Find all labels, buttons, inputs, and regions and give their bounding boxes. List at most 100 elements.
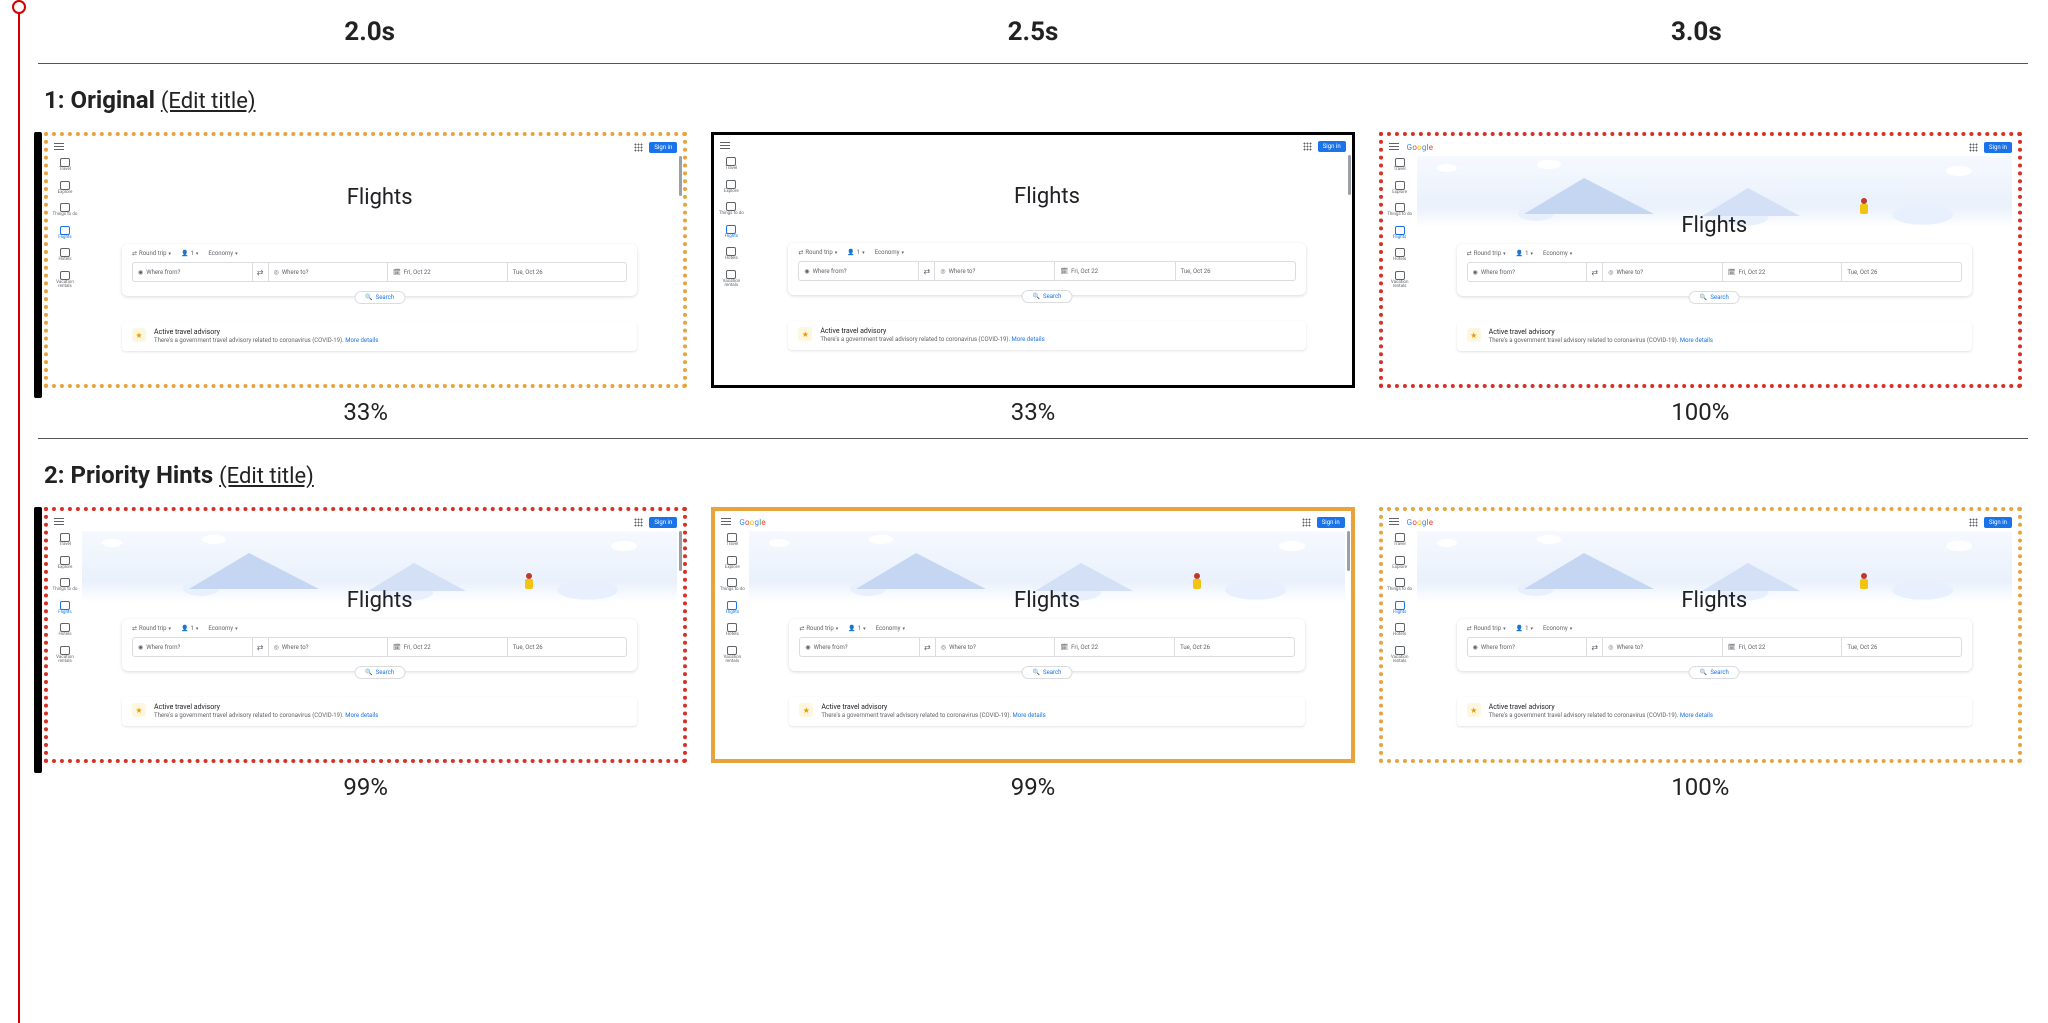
fl-hero-loaded: Flights	[749, 531, 1344, 603]
flights-title: Flights	[749, 588, 1344, 613]
thumbnail-r1-c0[interactable]: Sign in Travel Explore Things to do Flig…	[44, 132, 687, 388]
passengers-chip: 👤 1 ▾	[181, 250, 198, 257]
fl-sidebar: Travel Explore Things to do Flights Hote…	[52, 158, 78, 290]
travel-advisory: ★Active travel advisoryThere's a governm…	[789, 697, 1304, 726]
sign-in-button: Sign in	[649, 517, 677, 528]
thumbnail-r2-c2[interactable]: GoogleSign in Travel Explore Things to d…	[1379, 507, 2022, 763]
apps-grid-icon	[634, 518, 643, 527]
row-1-thumbnails: Sign in Travel Explore Things to do Flig…	[38, 132, 2028, 426]
hamburger-icon	[721, 518, 731, 526]
apps-grid-icon	[1969, 143, 1978, 152]
google-logo: Google	[1407, 518, 1434, 527]
edit-title-link-1[interactable]: (Edit title)	[161, 89, 256, 114]
google-logo: Google	[1407, 143, 1434, 152]
search-inputs: ◉ Where from? ⇄ ◎ Where to? 🗓 Fri, Oct 2…	[132, 262, 627, 282]
to-input: ◎ Where to?	[269, 263, 389, 281]
sign-in-button: Sign in	[1318, 141, 1346, 152]
apps-grid-icon	[1969, 518, 1978, 527]
row-1-title: 1: Original (Edit title)	[38, 64, 2028, 132]
flights-screenshot: Google Sign in Travel Explore Things to d…	[1383, 136, 2018, 384]
search-card: ⇄ Round trip ▾👤 1 ▾Economy ▾ ◉ Where fro…	[122, 619, 637, 671]
search-card: ⇄ Round trip ▾👤 1 ▾Economy ▾ ◉ Where fro…	[788, 243, 1305, 295]
search-card: ⇄ Round trip ▾👤 1 ▾Economy ▾ ◉ Where fro…	[1457, 244, 1972, 296]
travel-advisory: ★Active travel advisoryThere's a governm…	[1457, 697, 1972, 726]
fl-hero-unloaded: Flights	[82, 156, 677, 228]
side-travel: Travel	[59, 158, 71, 173]
pct-r1-c1: 33%	[711, 398, 1354, 426]
scrollbar	[679, 531, 682, 571]
scrollbar	[679, 156, 682, 196]
sign-in-button: Sign in	[1317, 517, 1345, 528]
side-flights: Flights	[58, 226, 71, 241]
timeline-marker	[12, 0, 26, 14]
advisory-text: Active travel advisory There's a governm…	[154, 328, 378, 345]
pct-r2-c1: 99%	[711, 773, 1354, 801]
apps-grid-icon	[1302, 518, 1311, 527]
flights-screenshot: Sign in Travel Explore Things to do Flig…	[714, 135, 1351, 385]
row-1-black-edge	[34, 132, 42, 398]
pct-r1-c2: 100%	[1379, 398, 2022, 426]
date-out: 🗓 Fri, Oct 22	[388, 263, 508, 281]
search-button: 🔍 Search	[354, 291, 405, 304]
from-input: ◉ Where from?	[133, 263, 253, 281]
warning-icon: ★	[132, 328, 146, 342]
row-2-name: Priority Hints	[71, 461, 214, 489]
row-2-thumbnails: Sign in Travel Explore Things to do Flig…	[38, 507, 2028, 801]
thumbnail-r2-c0[interactable]: Sign in Travel Explore Things to do Flig…	[44, 507, 687, 763]
trip-type-chip: ⇄ Round trip ▾	[132, 250, 171, 257]
search-card: ⇄ Round trip ▾👤 1 ▾Economy ▾ ◉ Where fro…	[1457, 619, 1972, 671]
fl-sidebar: Travel Explore Things to do Flights Hote…	[1387, 158, 1413, 290]
fl-sidebar: Travel Explore Things to do Flights Hote…	[719, 533, 745, 665]
hamburger-icon	[54, 143, 64, 151]
google-logo: Google	[739, 518, 766, 527]
thumbnail-r1-c1[interactable]: Sign in Travel Explore Things to do Flig…	[711, 132, 1354, 388]
hamburger-icon	[1389, 518, 1399, 526]
flights-title: Flights	[748, 184, 1345, 209]
side-things: Things to do	[53, 203, 78, 218]
travel-advisory: ★Active travel advisoryThere's a governm…	[1457, 322, 1972, 351]
side-vacation: Vacation rentals	[52, 271, 78, 290]
hamburger-icon	[1389, 143, 1399, 151]
flights-title: Flights	[1417, 588, 2012, 613]
flights-screenshot: Sign in Travel Explore Things to do Flig…	[48, 511, 683, 759]
sign-in-button: Sign in	[1984, 142, 2012, 153]
cabin-chip: Economy ▾	[208, 250, 237, 257]
row-1-cell-0: Sign in Travel Explore Things to do Flig…	[44, 132, 687, 426]
sign-in-button: Sign in	[1984, 517, 2012, 528]
fl-hero-loaded: Flights	[1417, 156, 2012, 228]
row-2-index: 2	[44, 461, 58, 489]
edit-title-link-2[interactable]: (Edit title)	[219, 464, 314, 489]
time-header-1: 2.5s	[701, 17, 1364, 47]
thumbnail-r1-c2[interactable]: Google Sign in Travel Explore Things to d…	[1379, 132, 2022, 388]
pct-r1-c0: 33%	[44, 398, 687, 426]
row-2-title: 2: Priority Hints (Edit title)	[38, 439, 2028, 507]
fl-sidebar: Travel Explore Things to do Flights Hote…	[718, 157, 744, 289]
thumbnail-r2-c1[interactable]: Google Sign in Travel Explore Things to d…	[711, 507, 1354, 763]
comparison-grid: 2.0s 2.5s 3.0s 1: Original (Edit title)	[38, 0, 2028, 813]
sign-in-button: Sign in	[649, 142, 677, 153]
fl-sidebar: Travel Explore Things to do Flights Hote…	[52, 533, 78, 665]
apps-grid-icon	[1303, 142, 1312, 151]
fl-hero-loaded: Flights	[1417, 531, 2012, 603]
pct-r2-c2: 100%	[1379, 773, 2022, 801]
fl-hero-loaded: Flights	[82, 531, 677, 603]
pct-r2-c0: 99%	[44, 773, 687, 801]
hamburger-icon	[720, 142, 730, 150]
time-header-0: 2.0s	[38, 17, 701, 47]
comparison-row-1: 1: Original (Edit title)	[38, 64, 2028, 439]
person-icon	[1859, 198, 1869, 214]
hamburger-icon	[54, 518, 64, 526]
flights-title: Flights	[82, 185, 677, 210]
flights-screenshot: Google Sign in Travel Explore Things to d…	[715, 511, 1350, 759]
row-2-black-edge	[34, 507, 42, 773]
comparison-row-2: 2: Priority Hints (Edit title) Sign in T…	[38, 439, 2028, 813]
scrollbar	[1348, 155, 1351, 195]
row-1-name: Original	[71, 86, 155, 114]
timeline-vertical-line	[18, 12, 20, 1023]
side-hotels: Hotels	[58, 248, 71, 263]
time-header-row: 2.0s 2.5s 3.0s	[38, 0, 2028, 64]
travel-advisory: ★Active travel advisoryThere's a governm…	[788, 321, 1305, 350]
side-explore: Explore	[58, 181, 73, 196]
date-back: Tue, Oct 26	[508, 263, 627, 281]
row-2-cell-0: Sign in Travel Explore Things to do Flig…	[44, 507, 687, 801]
